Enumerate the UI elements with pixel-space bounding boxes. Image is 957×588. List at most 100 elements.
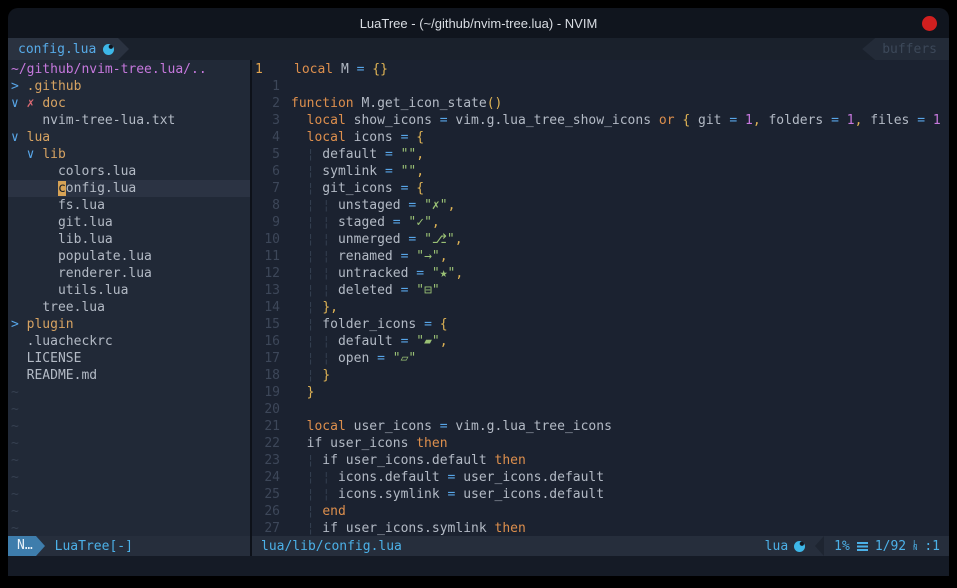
line-number: 21 <box>252 418 284 435</box>
tree-item[interactable]: fs.lua <box>8 197 250 214</box>
close-button-icon[interactable] <box>922 16 937 31</box>
tree-item[interactable]: ∨ lua <box>8 129 250 146</box>
chevron-icon[interactable]: ∨ <box>11 96 27 111</box>
tree-item[interactable]: ∨ ✗ doc <box>8 95 250 112</box>
code-text: local M = {} <box>287 61 388 78</box>
code-text: ¦ ¦ icons.default = user_icons.default <box>284 469 604 486</box>
buffers-segment[interactable]: buffers <box>862 38 949 60</box>
empty-line: ~ <box>8 486 250 503</box>
code-line[interactable]: 13 ¦ ¦ deleted = "⊟" <box>252 282 949 299</box>
tree-item[interactable]: ~/github/nvim-tree.lua/.. <box>8 61 250 78</box>
code-line[interactable]: 1local M = {} <box>252 61 949 78</box>
code-line[interactable]: 22 if user_icons then <box>252 435 949 452</box>
code-line[interactable]: 25 ¦ ¦ icons.symlink = user_icons.defaul… <box>252 486 949 503</box>
command-line[interactable] <box>8 556 949 576</box>
tree-item[interactable]: ∨ lib <box>8 146 250 163</box>
tree-item[interactable]: .luacheckrc <box>8 333 250 350</box>
code-text: ¦ symlink = "", <box>284 163 424 180</box>
code-line[interactable]: 19 } <box>252 384 949 401</box>
code-line[interactable]: 27 ¦ if user_icons.symlink then <box>252 520 949 536</box>
line-number: 23 <box>252 452 284 469</box>
tabline-spacer <box>129 38 862 60</box>
statusline-stats: 1% 1/92 L N :1 <box>834 539 949 554</box>
code-line[interactable]: 26 ¦ end <box>252 503 949 520</box>
filetype-label: lua <box>765 539 788 554</box>
tree-item[interactable]: populate.lua <box>8 248 250 265</box>
code-text: ¦ end <box>284 503 346 520</box>
line-number: 2 <box>252 95 284 112</box>
column-indicator: :1 <box>924 539 940 554</box>
chevron-icon[interactable]: ∨ <box>27 147 43 162</box>
code-text: ¦ ¦ renamed = "→", <box>284 248 448 265</box>
empty-line: ~ <box>8 435 250 452</box>
code-line[interactable]: 8 ¦ ¦ unstaged = "✗", <box>252 197 949 214</box>
line-number: 11 <box>252 248 284 265</box>
code-line[interactable]: 1 <box>252 78 949 95</box>
code-line[interactable]: 17 ¦ ¦ open = "▱" <box>252 350 949 367</box>
line-number: 16 <box>252 333 284 350</box>
code-line[interactable]: 5 ¦ default = "", <box>252 146 949 163</box>
code-line[interactable]: 14 ¦ }, <box>252 299 949 316</box>
code-line[interactable]: 9 ¦ ¦ staged = "✓", <box>252 214 949 231</box>
code-line[interactable]: 23 ¦ if user_icons.default then <box>252 452 949 469</box>
line-number: 18 <box>252 367 284 384</box>
tree-item[interactable]: > .github <box>8 78 250 95</box>
line-number: 19 <box>252 384 284 401</box>
git-unstaged-icon: ✗ <box>27 96 43 111</box>
line-number: 22 <box>252 435 284 452</box>
code-text: local user_icons = vim.g.lua_tree_icons <box>284 418 612 435</box>
code-line[interactable]: 3 local show_icons = vim.g.lua_tree_show… <box>252 112 949 129</box>
statusline-right: lua/lib/config.lua lua 1% 1/92 L N :1 <box>252 536 949 556</box>
code-line[interactable]: 10 ¦ ¦ unmerged = "⎇", <box>252 231 949 248</box>
tab-arrow-separator <box>118 38 129 60</box>
tree-item[interactable]: utils.lua <box>8 282 250 299</box>
code-line[interactable]: 11 ¦ ¦ renamed = "→", <box>252 248 949 265</box>
code-text: ¦ ¦ untracked = "★", <box>284 265 463 282</box>
code-text: ¦ ¦ unstaged = "✗", <box>284 197 455 214</box>
chevron-icon[interactable]: > <box>11 79 27 94</box>
code-line[interactable]: 2function M.get_icon_state() <box>252 95 949 112</box>
tree-item[interactable]: tree.lua <box>8 299 250 316</box>
tree-item[interactable]: colors.lua <box>8 163 250 180</box>
line-position: 1/92 <box>875 539 906 554</box>
code-text: ¦ git_icons = { <box>284 180 424 197</box>
code-line[interactable]: 24 ¦ ¦ icons.default = user_icons.defaul… <box>252 469 949 486</box>
code-line[interactable]: 20 <box>252 401 949 418</box>
tree-item[interactable]: README.md <box>8 367 250 384</box>
tree-item[interactable]: git.lua <box>8 214 250 231</box>
line-number: 4 <box>252 129 284 146</box>
code-line[interactable]: 16 ¦ ¦ default = "▰", <box>252 333 949 350</box>
current-file-path: lua/lib/config.lua <box>261 539 402 554</box>
chevron-icon[interactable]: ∨ <box>11 130 27 145</box>
lua-icon <box>103 44 114 55</box>
line-number: 8 <box>252 197 284 214</box>
code-line[interactable]: 4 local icons = { <box>252 129 949 146</box>
code-line[interactable]: 21 local user_icons = vim.g.lua_tree_ico… <box>252 418 949 435</box>
tree-item[interactable]: nvim-tree-lua.txt <box>8 112 250 129</box>
line-number: 25 <box>252 486 284 503</box>
tree-item[interactable]: lib.lua <box>8 231 250 248</box>
empty-line: ~ <box>8 520 250 536</box>
title-bar: LuaTree - (~/github/nvim-tree.lua) - NVI… <box>8 8 949 38</box>
tree-item[interactable]: config.lua <box>8 180 250 197</box>
code-line[interactable]: 6 ¦ symlink = "", <box>252 163 949 180</box>
code-text: local icons = { <box>284 129 424 146</box>
tree-item[interactable]: LICENSE <box>8 350 250 367</box>
code-line[interactable]: 7 ¦ git_icons = { <box>252 180 949 197</box>
tree-item[interactable]: > plugin <box>8 316 250 333</box>
code-line[interactable]: 12 ¦ ¦ untracked = "★", <box>252 265 949 282</box>
tree-item[interactable]: renderer.lua <box>8 265 250 282</box>
line-number: 7 <box>252 180 284 197</box>
tab-config-lua[interactable]: config.lua <box>8 38 118 60</box>
tabline: config.lua buffers <box>8 38 949 60</box>
chevron-icon[interactable]: > <box>11 317 27 332</box>
code-line[interactable]: 15 ¦ folder_icons = { <box>252 316 949 333</box>
buffers-label: buffers <box>882 42 937 57</box>
code-text <box>284 401 291 418</box>
code-text: ¦ if user_icons.default then <box>284 452 526 469</box>
powerline-chevron-left-icon <box>815 536 824 556</box>
nvim-window: LuaTree - (~/github/nvim-tree.lua) - NVI… <box>8 8 949 576</box>
window-title: LuaTree - (~/github/nvim-tree.lua) - NVI… <box>360 16 598 31</box>
tab-label: config.lua <box>18 42 96 57</box>
code-line[interactable]: 18 ¦ } <box>252 367 949 384</box>
